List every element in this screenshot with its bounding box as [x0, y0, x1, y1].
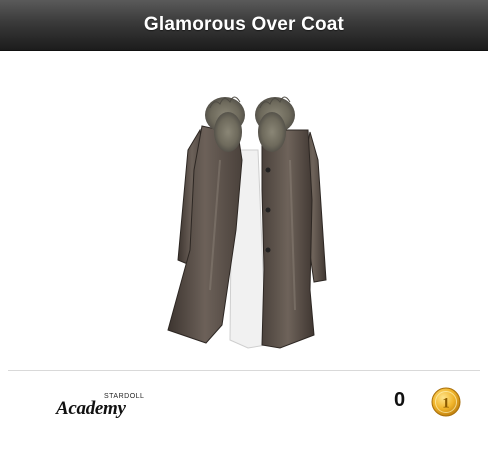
coat-image — [167, 96, 327, 349]
stardoll-academy-logo: STARDOLL Academy — [54, 393, 154, 425]
item-title: Glamorous Over Coat — [143, 14, 345, 35]
footer-divider — [8, 370, 480, 371]
coin-value: 1 — [442, 396, 450, 412]
coin-count: 0 — [394, 389, 406, 411]
logo-main-text: Academy — [56, 398, 126, 419]
gold-coin-icon: 1 — [431, 387, 461, 417]
title-bar: Glamorous Over Coat — [0, 0, 488, 51]
